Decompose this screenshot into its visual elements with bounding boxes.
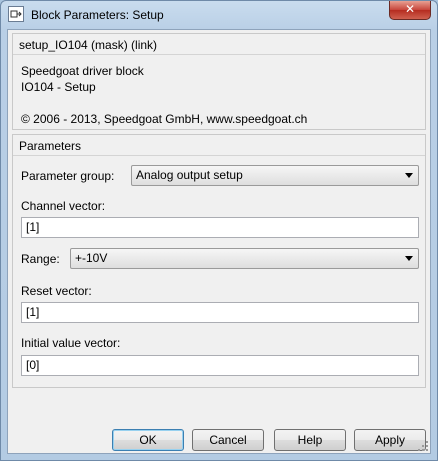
channel-vector-input[interactable]: [1] [21, 217, 419, 238]
description-line-1: Speedgoat driver block [21, 64, 144, 78]
chevron-down-icon [405, 256, 413, 261]
reset-vector-input[interactable]: [1] [21, 302, 419, 323]
block-title: setup_IO104 (mask) (link) [19, 38, 158, 52]
description-group: setup_IO104 (mask) (link) Speedgoat driv… [12, 33, 426, 130]
initial-value-vector-label: Initial value vector: [21, 336, 121, 350]
channel-vector-label: Channel vector: [21, 199, 106, 213]
close-button[interactable]: ✕ [389, 1, 431, 20]
help-button[interactable]: Help [274, 429, 346, 451]
range-label: Range: [21, 252, 60, 266]
close-icon: ✕ [404, 2, 416, 16]
dialog-window: Block Parameters: Setup ✕ setup_IO104 (m… [0, 0, 438, 461]
divider [13, 155, 425, 156]
description-line-2: IO104 - Setup [21, 80, 96, 94]
chevron-down-icon [405, 173, 413, 178]
reset-vector-label: Reset vector: [21, 284, 92, 298]
cancel-button[interactable]: Cancel [192, 429, 264, 451]
title-bar[interactable]: Block Parameters: Setup ✕ [1, 1, 437, 29]
simulink-block-icon [8, 6, 24, 22]
parameters-group: Parameters Parameter group: Analog outpu… [12, 134, 426, 388]
divider [13, 54, 425, 55]
dialog-client-area: setup_IO104 (mask) (link) Speedgoat driv… [7, 29, 431, 454]
resize-grip-icon[interactable] [417, 440, 429, 452]
copyright-text: © 2006 - 2013, Speedgoat GmbH, www.speed… [21, 112, 308, 126]
parameter-group-value: Analog output setup [136, 168, 243, 182]
window-title: Block Parameters: Setup [31, 8, 164, 22]
range-select[interactable]: +-10V [70, 248, 419, 269]
parameters-title: Parameters [19, 139, 82, 153]
apply-button[interactable]: Apply [354, 429, 426, 451]
parameter-group-label: Parameter group: [21, 169, 115, 183]
ok-button[interactable]: OK [112, 429, 184, 451]
range-value: +-10V [75, 251, 108, 265]
parameter-group-select[interactable]: Analog output setup [131, 165, 419, 186]
initial-value-vector-input[interactable]: [0] [21, 355, 419, 376]
